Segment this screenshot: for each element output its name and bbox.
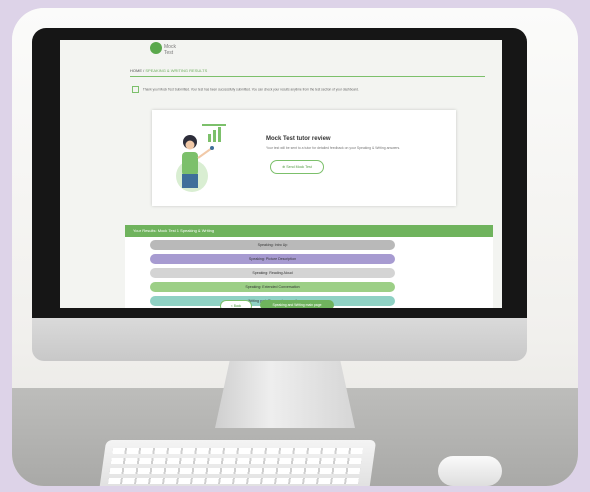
key-row — [109, 468, 361, 474]
send-button-label: Send Mock Test — [286, 165, 312, 169]
send-mock-test-button[interactable]: ⊕ Send Mock Test — [270, 160, 324, 174]
breadcrumb-home[interactable]: HOME — [130, 68, 142, 73]
checkbox-icon — [132, 86, 139, 93]
tutor-illustration — [176, 124, 226, 192]
main-page-button[interactable]: Speaking and Writing main page — [260, 300, 334, 308]
task-reading-aloud[interactable]: Speaking: Reading Aloud — [150, 268, 395, 278]
monitor-bezel: Mock Test HOME / SPEAKING & WRITING RESU… — [32, 28, 527, 318]
key-row — [112, 448, 364, 454]
monitor-chin — [32, 313, 527, 361]
photo-frame: Mock Test HOME / SPEAKING & WRITING RESU… — [12, 8, 578, 486]
card-subtitle: Your test will be sent to a tutor for de… — [266, 146, 401, 150]
key-row — [110, 458, 362, 464]
logo-icon — [150, 42, 162, 54]
site-logo[interactable]: Mock Test — [150, 42, 176, 56]
results-header: Your Results: Mock Test 1 Speaking & Wri… — [125, 225, 493, 237]
notice-text: Thank you! Mock Test Submitted. Your tes… — [142, 87, 359, 92]
mouse — [438, 456, 502, 486]
logo-text: Mock Test — [164, 44, 176, 56]
submission-notice: Thank you! Mock Test Submitted. Your tes… — [132, 86, 472, 93]
screen: Mock Test HOME / SPEAKING & WRITING RESU… — [60, 40, 502, 308]
back-button[interactable]: < Back — [220, 300, 252, 308]
task-extended-conversation[interactable]: Speaking: Extended Conversation — [150, 282, 395, 292]
keyboard — [97, 440, 377, 486]
task-speaking-intro[interactable]: Speaking: Intro Up — [150, 240, 395, 250]
breadcrumb: HOME / SPEAKING & WRITING RESULTS — [130, 68, 207, 73]
breadcrumb-divider — [130, 76, 485, 77]
key-row — [108, 478, 359, 484]
tutor-review-card: Mock Test tutor review Your test will be… — [152, 110, 456, 206]
task-picture-description[interactable]: Speaking: Picture Description — [150, 254, 395, 264]
breadcrumb-current: SPEAKING & WRITING RESULTS — [145, 68, 208, 73]
card-title: Mock Test tutor review — [266, 136, 331, 142]
